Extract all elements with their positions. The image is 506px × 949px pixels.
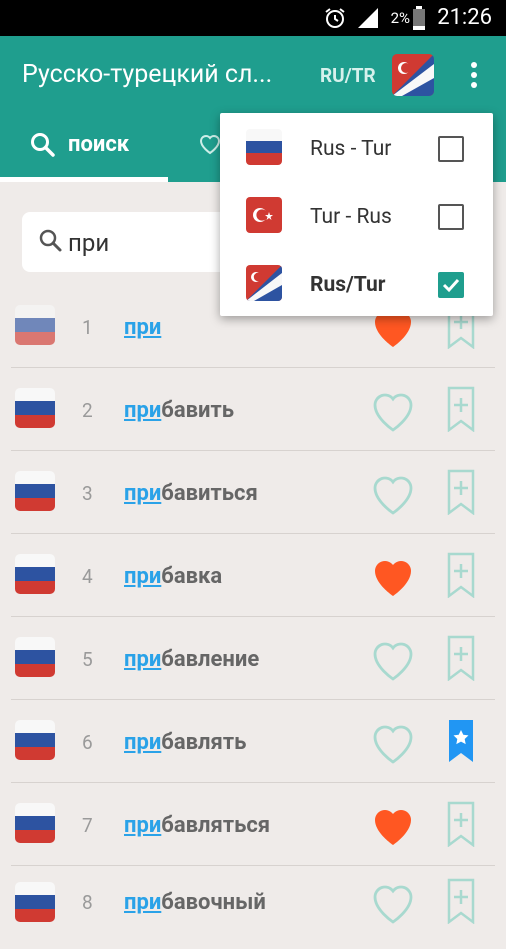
list-item[interactable]: 8 прибавочный — [0, 866, 506, 949]
bookmark-add-icon[interactable] — [446, 552, 476, 598]
more-vert-icon[interactable] — [464, 60, 484, 90]
menu-item-tur-rus[interactable]: Tur - Rus — [220, 183, 493, 251]
rest-text: бавлять — [161, 730, 247, 755]
ru-flag-icon — [246, 129, 282, 165]
list-item[interactable]: 3 прибавиться — [0, 451, 506, 534]
ru-flag-icon — [15, 554, 55, 594]
tab-favorites-heart-icon[interactable] — [198, 132, 222, 156]
item-word[interactable]: прибавка — [124, 564, 222, 589]
menu-item-label: Rus - Tur — [310, 137, 392, 161]
list-item[interactable]: 4 прибавка — [0, 534, 506, 617]
bookmark-add-icon[interactable] — [446, 801, 476, 847]
ru-tr-flag-icon — [392, 54, 434, 96]
item-word[interactable]: прибавиться — [124, 481, 258, 506]
list-item[interactable]: 2 прибавить — [0, 368, 506, 451]
item-number: 8 — [82, 891, 93, 914]
ru-flag-icon — [15, 388, 55, 428]
signal-icon — [358, 8, 378, 28]
item-number: 2 — [82, 399, 93, 422]
item-word[interactable]: при — [124, 315, 161, 340]
menu-item-label: Rus/Tur — [310, 273, 386, 297]
match-text: при — [124, 315, 162, 340]
item-word[interactable]: прибавлять — [124, 730, 246, 755]
menu-item-label: Tur - Rus — [310, 205, 392, 229]
item-number: 6 — [82, 731, 93, 754]
tab-search-label: поиск — [68, 132, 130, 157]
ru-flag-icon — [15, 803, 55, 843]
item-number: 4 — [82, 565, 93, 588]
list-item[interactable]: 6 прибавлять — [0, 700, 506, 783]
language-code[interactable]: RU/TR — [320, 64, 376, 87]
checkbox-tur-rus[interactable] — [438, 204, 464, 230]
battery-percent: 2% — [390, 9, 410, 27]
tr-flag-icon — [246, 197, 282, 233]
match-text: при — [124, 813, 162, 838]
search-icon — [31, 133, 55, 157]
item-number: 5 — [82, 648, 93, 671]
list-item[interactable]: 5 прибавление — [0, 617, 506, 700]
rest-text: бавка — [161, 564, 223, 589]
language-flag-button[interactable] — [392, 54, 434, 96]
rest-text: бавочный — [161, 890, 266, 915]
match-text: при — [124, 890, 162, 915]
bookmark-add-icon[interactable] — [446, 635, 476, 681]
rest-text: бавиться — [161, 481, 258, 506]
battery-icon — [413, 6, 425, 30]
search-input[interactable]: при — [68, 229, 109, 257]
app-title: Русско-турецкий сл... — [22, 60, 273, 89]
favorite-heart-icon[interactable] — [369, 388, 417, 432]
checkbox-rus-slash-tur[interactable] — [438, 272, 464, 298]
ru-flag-icon — [15, 882, 55, 922]
item-number: 3 — [82, 482, 93, 505]
match-text: при — [124, 730, 162, 755]
ru-tr-flag-icon — [246, 265, 282, 301]
item-word[interactable]: прибавочный — [124, 890, 266, 915]
search-icon — [39, 229, 62, 252]
match-text: при — [124, 564, 162, 589]
ru-flag-icon — [15, 305, 55, 345]
favorite-heart-icon[interactable] — [369, 803, 417, 847]
bookmark-add-icon[interactable] — [446, 469, 476, 515]
item-number: 7 — [82, 814, 93, 837]
rest-text: бавляться — [161, 813, 271, 838]
item-word[interactable]: прибавляться — [124, 813, 270, 838]
active-tab-indicator — [0, 177, 168, 182]
ru-flag-icon — [15, 637, 55, 677]
favorite-heart-icon[interactable] — [369, 720, 417, 764]
bookmark-add-icon[interactable] — [446, 386, 476, 432]
ru-flag-icon — [15, 720, 55, 760]
bookmark-star-icon[interactable] — [446, 718, 476, 764]
menu-item-rus-slash-tur[interactable]: Rus/Tur — [220, 251, 493, 319]
favorite-heart-icon[interactable] — [369, 637, 417, 681]
match-text: при — [124, 481, 162, 506]
item-word[interactable]: прибавление — [124, 647, 259, 672]
favorite-heart-icon[interactable] — [369, 880, 417, 924]
bookmark-add-icon[interactable] — [446, 878, 476, 924]
language-menu: Rus - Tur Tur - Rus Rus/Tur — [220, 113, 493, 316]
item-word[interactable]: прибавить — [124, 398, 234, 423]
alarm-icon — [325, 8, 345, 28]
checkbox-rus-tur[interactable] — [438, 136, 464, 162]
match-text: при — [124, 647, 162, 672]
clock: 21:26 — [437, 5, 492, 30]
rest-text: бавить — [161, 398, 235, 423]
check-icon — [442, 278, 460, 293]
rest-text: бавление — [161, 647, 260, 672]
item-number: 1 — [82, 316, 93, 339]
list-item[interactable]: 7 прибавляться — [0, 783, 506, 866]
favorite-heart-icon[interactable] — [369, 471, 417, 515]
menu-item-rus-tur[interactable]: Rus - Tur — [220, 115, 493, 183]
status-bar: 2% 21:26 — [0, 0, 506, 36]
favorite-heart-icon[interactable] — [369, 554, 417, 598]
match-text: при — [124, 398, 162, 423]
ru-flag-icon — [15, 471, 55, 511]
